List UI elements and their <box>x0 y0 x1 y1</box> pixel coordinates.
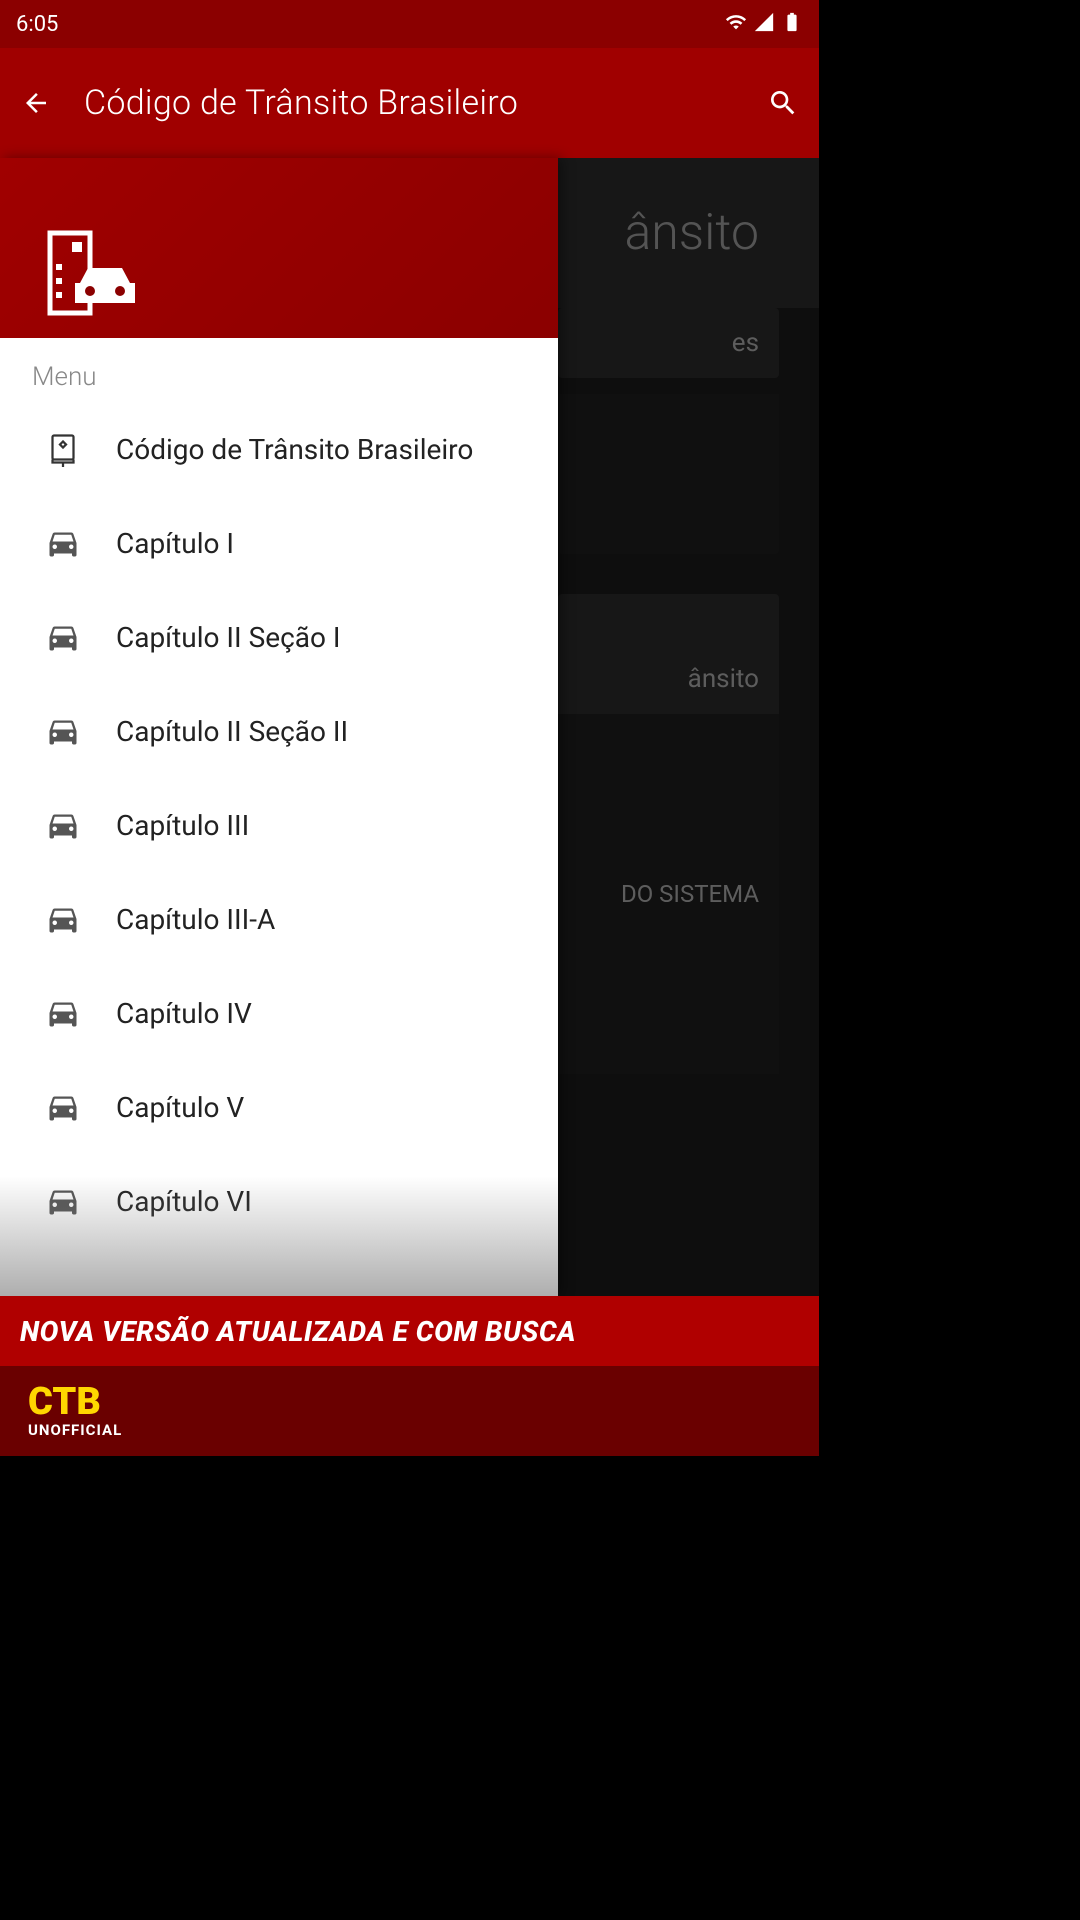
cell-signal-icon <box>753 11 775 37</box>
car-icon <box>44 1182 82 1220</box>
navigation-drawer: Menu Código de Trânsito Brasileiro Capítu… <box>0 158 558 1296</box>
drawer-item[interactable]: Capítulo III <box>0 778 558 872</box>
status-bar: 6:05 <box>0 0 819 48</box>
page-title: Código de Trânsito Brasileiro <box>84 83 735 123</box>
drawer-item[interactable]: Capítulo IV <box>0 966 558 1060</box>
drawer-item-label: Capítulo III <box>116 809 249 842</box>
drawer-item[interactable]: Código de Trânsito Brasileiro <box>0 402 558 496</box>
search-button[interactable] <box>763 83 803 123</box>
drawer-item-label: Capítulo II Seção I <box>116 621 341 654</box>
drawer-item-label: Capítulo VI <box>116 1185 252 1218</box>
back-button[interactable] <box>16 83 56 123</box>
drawer-items-list[interactable]: Código de Trânsito Brasileiro Capítulo I C… <box>0 402 558 1296</box>
drawer-item-label: Capítulo III-A <box>116 903 275 936</box>
car-icon <box>44 994 82 1032</box>
app-bar: Código de Trânsito Brasileiro <box>0 48 819 158</box>
drawer-item[interactable]: Capítulo VI <box>0 1154 558 1248</box>
status-icons <box>725 11 803 37</box>
status-time: 6:05 <box>16 12 58 37</box>
drawer-item-label: Capítulo I <box>116 527 234 560</box>
footer: CTB UNOFFICIAL <box>0 1366 819 1456</box>
wifi-icon <box>725 11 747 37</box>
drawer-logo-icon <box>40 228 140 318</box>
car-icon <box>44 1088 82 1126</box>
search-icon <box>767 87 799 119</box>
car-icon <box>44 806 82 844</box>
promo-banner[interactable]: NOVA VERSÃO ATUALIZADA E COM BUSCA <box>0 1296 819 1366</box>
drawer-item-label: Capítulo IV <box>116 997 252 1030</box>
drawer-item[interactable]: Capítulo I <box>0 496 558 590</box>
drawer-item-label: Capítulo V <box>116 1091 244 1124</box>
footer-logo: CTB <box>28 1383 791 1421</box>
car-icon <box>44 900 82 938</box>
book-icon <box>44 430 82 468</box>
drawer-item-label: Código de Trânsito Brasileiro <box>116 433 473 466</box>
drawer-item[interactable]: Capítulo II Seção II <box>0 684 558 778</box>
car-icon <box>44 524 82 562</box>
drawer-item[interactable]: Capítulo V <box>0 1060 558 1154</box>
drawer-header <box>0 158 558 338</box>
drawer-item-label: Capítulo II Seção II <box>116 715 348 748</box>
footer-subtitle: UNOFFICIAL <box>28 1421 791 1439</box>
content-area: ânsito es ânsito DO SISTEMA <box>0 158 819 1296</box>
drawer-section-label: Menu <box>0 338 558 402</box>
arrow-back-icon <box>21 88 51 118</box>
car-icon <box>44 618 82 656</box>
drawer-item[interactable]: Capítulo III-A <box>0 872 558 966</box>
drawer-item[interactable]: Capítulo II Seção I <box>0 590 558 684</box>
battery-icon <box>781 11 803 37</box>
promo-banner-text: NOVA VERSÃO ATUALIZADA E COM BUSCA <box>20 1315 576 1348</box>
car-icon <box>44 712 82 750</box>
